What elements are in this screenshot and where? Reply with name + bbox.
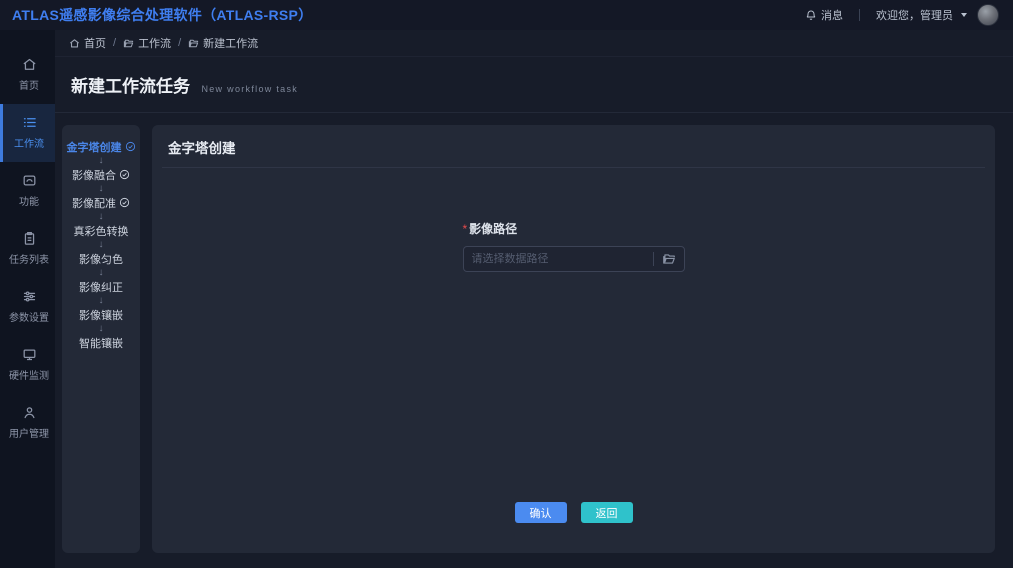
step-arrow-icon: ↓ bbox=[99, 238, 104, 251]
sidebar-item-label: 任务列表 bbox=[9, 251, 49, 266]
sidebar-item-home[interactable]: 首页 bbox=[0, 46, 55, 104]
header-divider bbox=[859, 9, 860, 21]
page-title: 新建工作流任务 bbox=[71, 77, 190, 96]
step-arrow-icon: ↓ bbox=[99, 210, 104, 223]
image-path-label: *影像路径 bbox=[463, 220, 685, 237]
browse-folder-button[interactable] bbox=[654, 247, 684, 271]
home-icon bbox=[22, 57, 37, 72]
breadcrumb-label: 首页 bbox=[84, 35, 106, 51]
folder-icon bbox=[188, 38, 199, 49]
step-pyramid-create[interactable]: 金字塔创建 bbox=[67, 139, 136, 154]
step-image-correction[interactable]: 影像纠正 bbox=[79, 279, 123, 294]
image-path-input-wrap bbox=[463, 246, 685, 272]
monitor-icon bbox=[22, 347, 37, 362]
breadcrumb-new-workflow[interactable]: 新建工作流 bbox=[188, 35, 258, 51]
sidebar-item-hardware[interactable]: 硬件监测 bbox=[0, 336, 55, 394]
check-circle-icon bbox=[119, 197, 130, 208]
sidebar-item-label: 用户管理 bbox=[9, 425, 49, 440]
step-label: 影像匀色 bbox=[79, 251, 123, 267]
app-title: ATLAS遥感影像综合处理软件（ATLAS-RSP） bbox=[12, 5, 313, 25]
step-arrow-icon: ↓ bbox=[99, 182, 104, 195]
messages-button[interactable]: 消息 bbox=[805, 7, 843, 23]
step-smart-mosaic[interactable]: 智能镶嵌 bbox=[79, 335, 123, 350]
breadcrumb-home[interactable]: 首页 bbox=[69, 35, 106, 51]
page-subtitle: New workflow task bbox=[201, 84, 298, 94]
step-image-registration[interactable]: 影像配准 bbox=[72, 195, 130, 210]
button-row: 确认 返回 bbox=[152, 502, 995, 553]
user-icon bbox=[22, 405, 37, 420]
step-label: 金字塔创建 bbox=[67, 139, 122, 155]
step-label: 影像纠正 bbox=[79, 279, 123, 295]
sidebar-item-label: 首页 bbox=[19, 77, 39, 92]
field-label-text: 影像路径 bbox=[469, 222, 517, 236]
folder-icon bbox=[123, 38, 134, 49]
step-arrow-icon: ↓ bbox=[99, 322, 104, 335]
confirm-button[interactable]: 确认 bbox=[515, 502, 567, 523]
sidebar-item-functions[interactable]: 功能 bbox=[0, 162, 55, 220]
sidebar-item-parameters[interactable]: 参数设置 bbox=[0, 278, 55, 336]
step-label: 智能镶嵌 bbox=[79, 335, 123, 351]
user-menu[interactable]: 欢迎您，管理员 bbox=[876, 7, 967, 23]
form-area: *影像路径 bbox=[152, 168, 995, 272]
welcome-label: 欢迎您，管理员 bbox=[876, 7, 953, 23]
avatar[interactable] bbox=[977, 4, 999, 26]
folder-open-icon bbox=[662, 252, 676, 266]
step-image-fusion[interactable]: 影像融合 bbox=[72, 167, 130, 182]
sidebar-item-task-list[interactable]: 任务列表 bbox=[0, 220, 55, 278]
messages-label: 消息 bbox=[821, 7, 843, 23]
workflow-steps-panel: 金字塔创建 ↓ 影像融合 ↓ 影像配准 bbox=[62, 125, 140, 553]
step-label: 影像配准 bbox=[72, 195, 116, 211]
main-panel: 金字塔创建 *影像路径 bbox=[152, 125, 995, 553]
breadcrumb-workflow[interactable]: 工作流 bbox=[123, 35, 171, 51]
sliders-icon bbox=[22, 289, 37, 304]
check-circle-icon bbox=[125, 141, 136, 152]
app-header: ATLAS遥感影像综合处理软件（ATLAS-RSP） 消息 欢迎您，管理员 bbox=[0, 0, 1013, 30]
step-image-color-balancing[interactable]: 影像匀色 bbox=[79, 251, 123, 266]
check-circle-icon bbox=[119, 169, 130, 180]
step-arrow-icon: ↓ bbox=[99, 294, 104, 307]
sidebar-item-users[interactable]: 用户管理 bbox=[0, 394, 55, 452]
step-arrow-icon: ↓ bbox=[99, 154, 104, 167]
breadcrumb-label: 工作流 bbox=[138, 35, 171, 51]
functions-icon bbox=[22, 173, 37, 188]
task-list-icon bbox=[22, 231, 37, 246]
sidebar: 首页 工作流 功能 任务列表 bbox=[0, 30, 55, 568]
breadcrumb-label: 新建工作流 bbox=[203, 35, 258, 51]
step-label: 真彩色转换 bbox=[74, 223, 129, 239]
sidebar-item-label: 硬件监测 bbox=[9, 367, 49, 382]
step-label: 影像融合 bbox=[72, 167, 116, 183]
step-image-mosaic[interactable]: 影像镶嵌 bbox=[79, 307, 123, 322]
breadcrumb-separator: / bbox=[178, 37, 181, 49]
sidebar-item-label: 参数设置 bbox=[9, 309, 49, 324]
content-area: 首页 / 工作流 / 新建工作流 新建工作流任务 New workflow ta… bbox=[55, 30, 1013, 568]
step-label: 影像镶嵌 bbox=[79, 307, 123, 323]
breadcrumb: 首页 / 工作流 / 新建工作流 bbox=[55, 30, 1013, 57]
step-arrow-icon: ↓ bbox=[99, 266, 104, 279]
sidebar-item-label: 功能 bbox=[19, 193, 39, 208]
step-true-color-conversion[interactable]: 真彩色转换 bbox=[74, 223, 129, 238]
workflow-icon bbox=[22, 115, 37, 130]
required-mark: * bbox=[463, 222, 468, 236]
sidebar-item-workflow[interactable]: 工作流 bbox=[0, 104, 55, 162]
page-title-block: 新建工作流任务 New workflow task bbox=[55, 57, 1013, 113]
sidebar-item-label: 工作流 bbox=[14, 135, 44, 150]
home-icon bbox=[69, 38, 80, 49]
bell-icon bbox=[805, 9, 817, 21]
back-button[interactable]: 返回 bbox=[581, 502, 633, 523]
panel-title: 金字塔创建 bbox=[162, 125, 985, 168]
breadcrumb-separator: / bbox=[113, 37, 116, 49]
caret-down-icon bbox=[961, 13, 967, 17]
image-path-input[interactable] bbox=[464, 253, 653, 265]
